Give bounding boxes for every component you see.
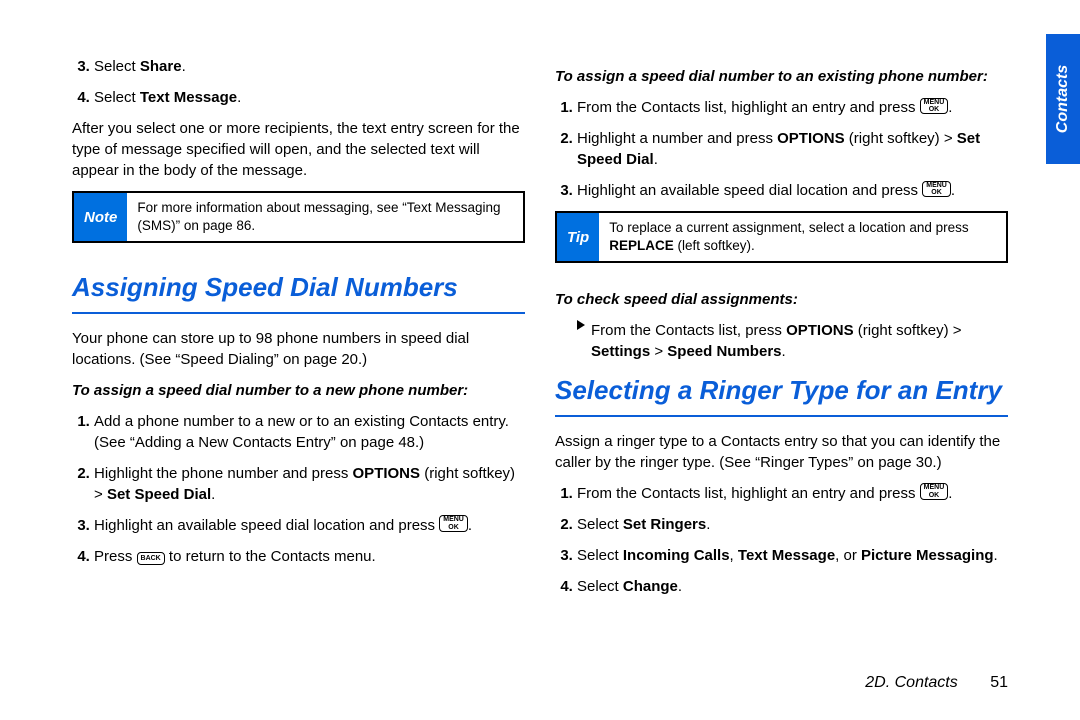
tip-label: Tip	[557, 213, 599, 261]
list-item: Add a phone number to a new or to an exi…	[94, 411, 525, 453]
list-item: Select Set Ringers.	[577, 514, 1008, 535]
note-text: For more information about messaging, se…	[127, 193, 523, 241]
heading-speed-dial: Assigning Speed Dial Numbers	[72, 269, 525, 309]
tip-box: Tip To replace a current assignment, sel…	[555, 211, 1008, 263]
section-tab: Contacts	[1046, 34, 1080, 164]
section-tab-label: Contacts	[1054, 65, 1072, 133]
footer-section: 2D. Contacts	[865, 674, 957, 691]
note-box: Note For more information about messagin…	[72, 191, 525, 243]
right-column: To assign a speed dial number to an exis…	[555, 56, 1008, 607]
check-assignments-step: From the Contacts list, press OPTIONS (r…	[577, 320, 1008, 362]
list-item: Press BACK to return to the Contacts men…	[94, 546, 525, 567]
speed-dial-existing-steps: From the Contacts list, highlight an ent…	[555, 97, 1008, 201]
page-footer: 2D. Contacts 51	[865, 674, 1008, 692]
list-item: From the Contacts list, highlight an ent…	[577, 483, 1008, 504]
back-key-icon: BACK	[137, 552, 165, 565]
triangle-bullet-icon	[577, 320, 585, 330]
list-item: Select Text Message.	[94, 87, 525, 108]
subheading: To assign a speed dial number to a new p…	[72, 380, 525, 401]
note-label: Note	[74, 193, 127, 241]
paragraph: After you select one or more recipients,…	[72, 118, 525, 181]
footer-page-number: 51	[990, 674, 1008, 691]
paragraph: Assign a ringer type to a Contacts entry…	[555, 431, 1008, 473]
list-item: Select Incoming Calls, Text Message, or …	[577, 545, 1008, 566]
subheading: To assign a speed dial number to an exis…	[555, 66, 1008, 87]
page: Select Share. Select Text Message. After…	[0, 0, 1080, 607]
ringer-steps: From the Contacts list, highlight an ent…	[555, 483, 1008, 597]
left-column: Select Share. Select Text Message. After…	[72, 56, 525, 607]
menu-ok-key-icon: MENUOK	[439, 515, 468, 532]
heading-rule	[72, 312, 525, 314]
heading-rule	[555, 415, 1008, 417]
speed-dial-new-steps: Add a phone number to a new or to an exi…	[72, 411, 525, 567]
list-item: From the Contacts list, highlight an ent…	[577, 97, 1008, 118]
share-steps: Select Share. Select Text Message.	[72, 56, 525, 108]
list-item: Highlight an available speed dial locati…	[94, 515, 525, 536]
tip-text: To replace a current assignment, select …	[599, 213, 1006, 261]
list-item: Highlight a number and press OPTIONS (ri…	[577, 128, 1008, 170]
list-item: Highlight the phone number and press OPT…	[94, 463, 525, 505]
heading-ringer-type: Selecting a Ringer Type for an Entry	[555, 372, 1008, 412]
list-item: Select Share.	[94, 56, 525, 77]
menu-ok-key-icon: MENUOK	[920, 98, 949, 115]
list-item: Highlight an available speed dial locati…	[577, 180, 1008, 201]
menu-ok-key-icon: MENUOK	[922, 181, 951, 198]
list-item: Select Change.	[577, 576, 1008, 597]
menu-ok-key-icon: MENUOK	[920, 483, 949, 500]
paragraph: Your phone can store up to 98 phone numb…	[72, 328, 525, 370]
subheading: To check speed dial assignments:	[555, 289, 1008, 310]
